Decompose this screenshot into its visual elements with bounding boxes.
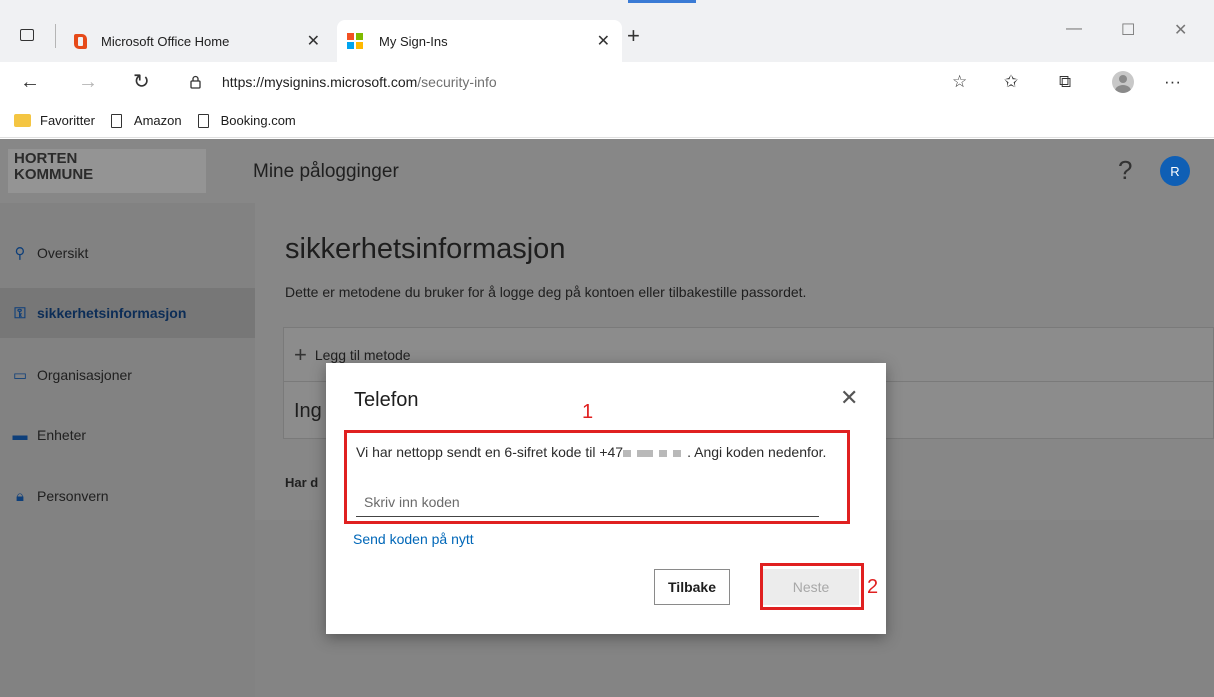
page-header: HORTEN KOMMUNE Mine pålogginger ? R: [0, 139, 1214, 203]
security-info-icon: ⚿: [14, 304, 26, 322]
url-path: /security-info: [417, 74, 497, 90]
bookmark-booking[interactable]: Booking.com: [197, 113, 296, 128]
page-title: sikkerhetsinformasjon: [285, 233, 566, 265]
annotation-box-1: [344, 430, 850, 524]
bookmark-label: Amazon: [133, 113, 182, 128]
tab-my-sign-ins[interactable]: My Sign-Ins ✕: [337, 20, 622, 62]
laptop-icon: ▬: [12, 426, 28, 444]
sidebar-item-label: Enheter: [37, 427, 87, 443]
sidebar: ⚲ Oversikt ⚿ sikkerhetsinformasjon ▭ Org…: [0, 203, 255, 697]
bookmark-favoritter[interactable]: Favoritter: [14, 113, 95, 128]
sidebar-item-label: Organisasjoner: [37, 367, 132, 383]
app-title: Mine pålogginger: [253, 161, 399, 182]
maximize-button[interactable]: ☐: [1121, 20, 1135, 40]
help-icon[interactable]: ?: [1118, 155, 1132, 186]
annotation-number-2: 2: [867, 576, 879, 598]
refresh-icon[interactable]: ↻: [133, 72, 150, 92]
person-icon: ⚲: [14, 245, 26, 262]
tab-actions-icon[interactable]: [20, 29, 34, 41]
plus-icon: +: [294, 341, 307, 367]
tab-label: My Sign-Ins: [379, 33, 448, 49]
tab-close-icon[interactable]: ✕: [307, 31, 320, 51]
lock-icon[interactable]: [190, 75, 201, 89]
tab-accent-line: [628, 0, 696, 3]
microsoft-logo-icon: [347, 33, 363, 49]
profile-avatar[interactable]: [1112, 71, 1134, 93]
briefcase-icon: ▭: [12, 367, 28, 384]
org-logo[interactable]: HORTEN KOMMUNE: [8, 149, 206, 193]
dialog-close-icon[interactable]: ✕: [840, 387, 858, 409]
url-host: https://mysignins.microsoft.com: [222, 74, 418, 90]
dialog-title: Telefon: [354, 389, 419, 411]
annotation-number-1: 1: [582, 401, 594, 423]
bookmark-label: Favoritter: [40, 113, 95, 128]
sidebar-item-oversikt[interactable]: ⚲ Oversikt: [0, 228, 255, 278]
sidebar-item-label: Oversikt: [37, 245, 89, 261]
office-logo-icon: [74, 33, 87, 49]
resend-code-link[interactable]: Send koden på nytt: [353, 531, 474, 547]
no-items-text: Ing: [294, 400, 322, 422]
url-field[interactable]: https://mysignins.microsoft.com/security…: [222, 74, 497, 90]
add-method-label: Legg til metode: [314, 346, 411, 363]
bookmark-amazon[interactable]: Amazon: [110, 113, 182, 128]
favorites-icon[interactable]: ✩: [1004, 72, 1018, 92]
bookmarks-bar: Favoritter Amazon Booking.com: [0, 104, 1214, 138]
sidebar-item-organisasjoner[interactable]: ▭ Organisasjoner: [0, 350, 255, 400]
minimize-button[interactable]: —: [1066, 20, 1082, 38]
close-window-button[interactable]: ✕: [1174, 20, 1187, 40]
back-button[interactable]: Tilbake: [654, 569, 730, 605]
page-description: Dette er metodene du bruker for å logge …: [285, 284, 807, 300]
lost-device-text: Har d: [285, 475, 319, 490]
annotation-box-2: [760, 563, 864, 610]
lock-icon: 🔒︎: [16, 487, 24, 505]
browser-tab-bar: Microsoft Office Home ✕ My Sign-Ins ✕ + …: [0, 0, 1214, 62]
org-logo-line1: HORTEN: [14, 150, 78, 167]
page-icon: [197, 113, 209, 128]
collections-icon[interactable]: ⧉: [1059, 72, 1071, 92]
back-arrow-icon[interactable]: ←: [20, 72, 40, 92]
tab-label: Microsoft Office Home: [101, 33, 230, 49]
forward-arrow-icon[interactable]: →: [78, 72, 98, 92]
user-avatar[interactable]: R: [1160, 156, 1190, 186]
page-icon: [110, 113, 122, 128]
more-options-icon[interactable]: ···: [1164, 72, 1181, 92]
add-favorite-icon[interactable]: ☆: [952, 72, 967, 92]
sidebar-item-enheter[interactable]: ▬ Enheter: [0, 410, 255, 460]
tab-separator: [55, 24, 56, 48]
address-bar-row: ← → ↻ https://mysignins.microsoft.com/se…: [0, 62, 1214, 104]
tab-office-home[interactable]: Microsoft Office Home ✕: [70, 20, 332, 62]
org-logo-line2: KOMMUNE: [14, 166, 94, 183]
sidebar-item-label: sikkerhetsinformasjon: [37, 305, 187, 321]
sidebar-item-sikkerhetsinformasjon[interactable]: ⚿ sikkerhetsinformasjon: [0, 288, 255, 338]
folder-icon: [14, 114, 31, 127]
new-tab-button[interactable]: +: [627, 25, 640, 47]
sidebar-item-label: Personvern: [37, 488, 109, 504]
tab-close-icon[interactable]: ✕: [597, 31, 610, 51]
bookmark-label: Booking.com: [220, 113, 296, 128]
sidebar-item-personvern[interactable]: 🔒︎ Personvern: [0, 471, 255, 521]
